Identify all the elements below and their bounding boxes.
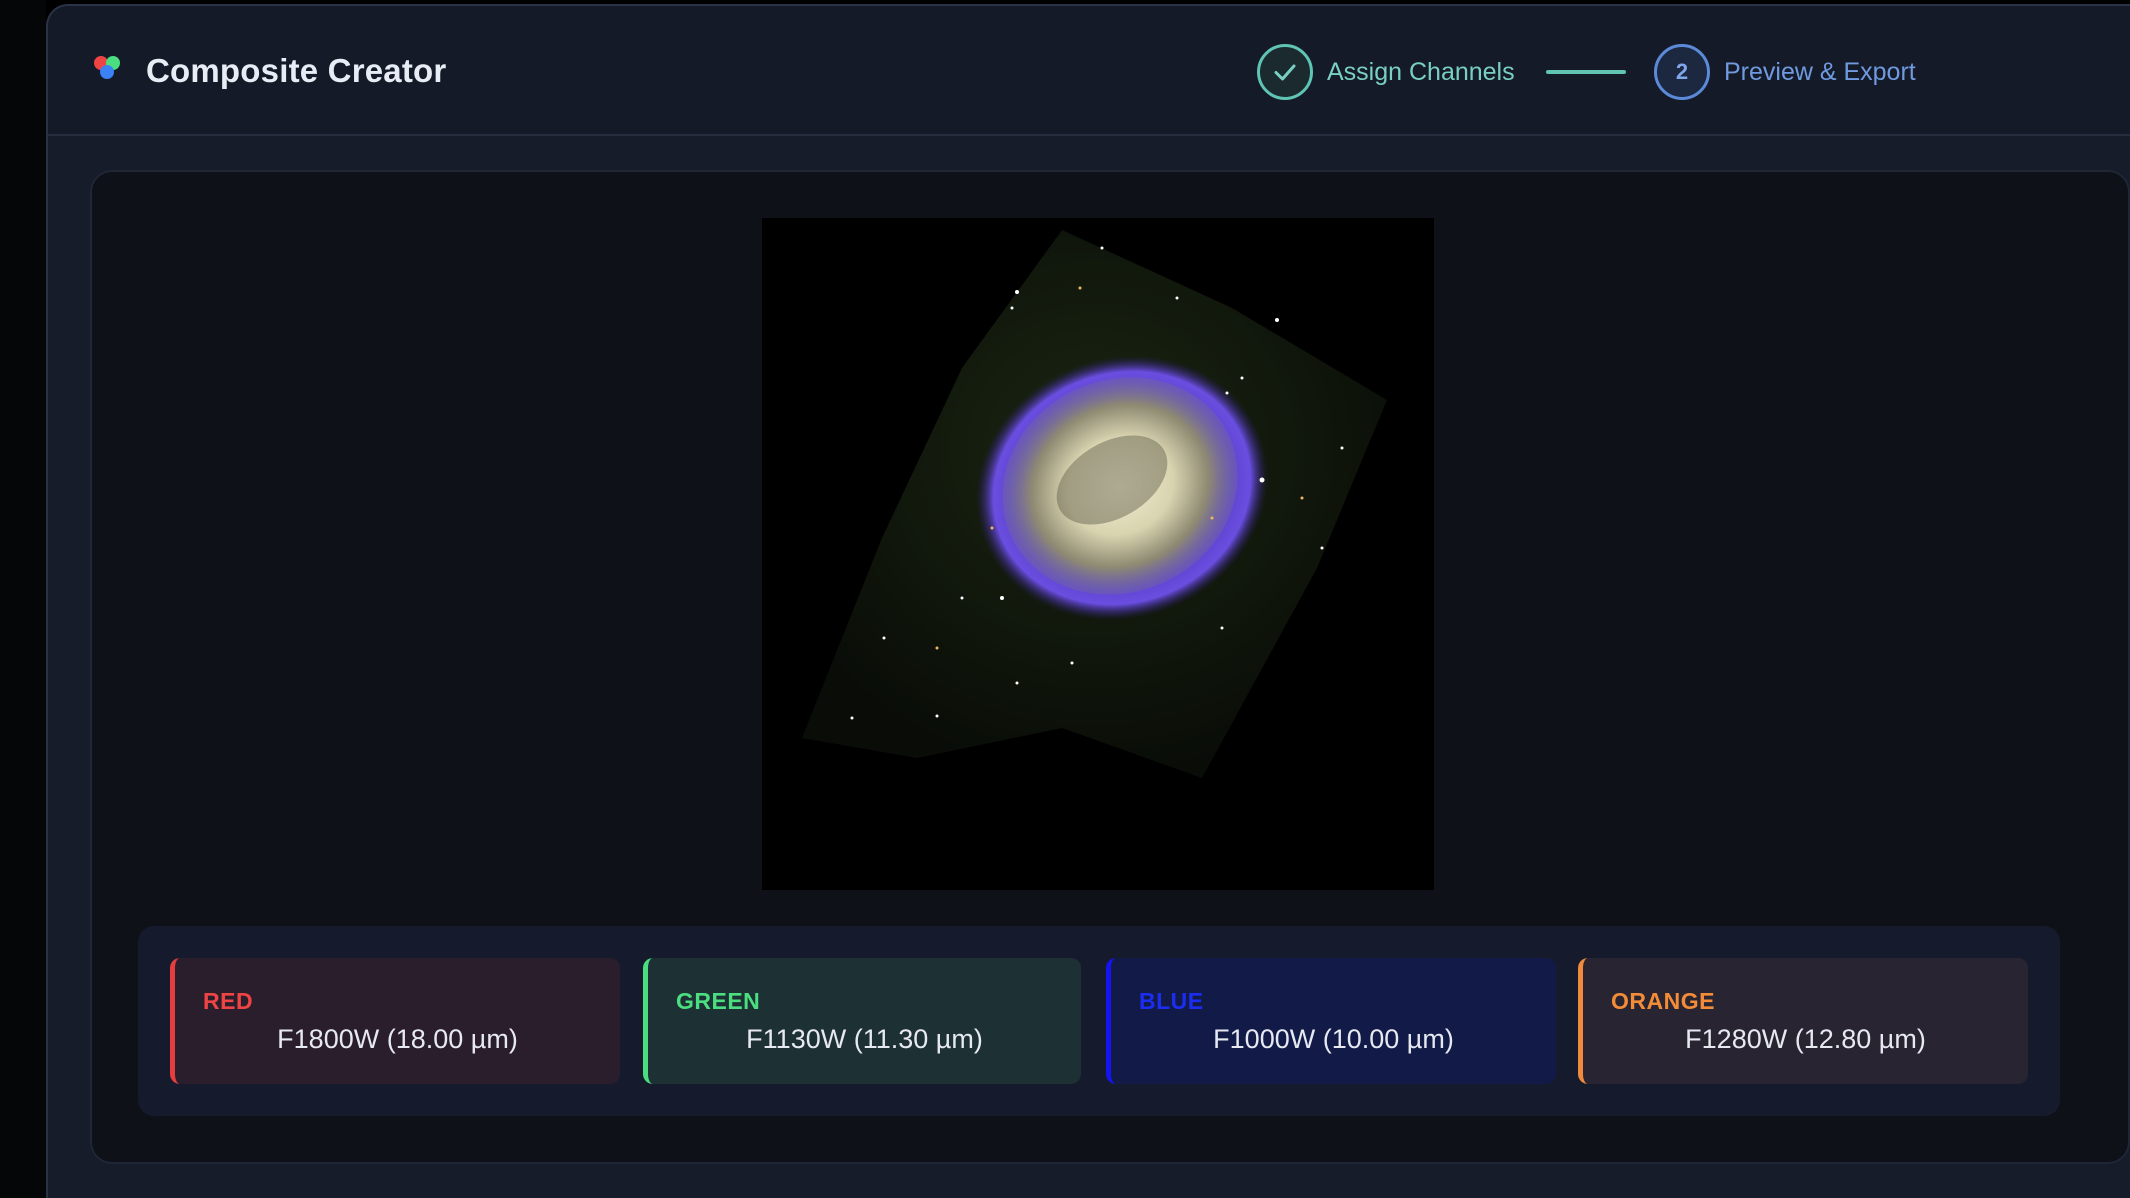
composite-preview-image	[762, 218, 1434, 890]
check-icon	[1274, 64, 1296, 81]
step-1-label: Assign Channels	[1327, 57, 1515, 86]
step-1-indicator	[1257, 44, 1313, 100]
channel-filter: F1130W (11.30 µm)	[746, 1024, 983, 1054]
channel-filter: F1000W (10.00 µm)	[1213, 1024, 1454, 1054]
step-assign-channels[interactable]: Assign Channels	[1257, 44, 1515, 100]
step-2-label: Preview & Export	[1724, 57, 1916, 86]
nebula-image	[802, 230, 1387, 778]
channel-card-blue: BLUE F1000W (10.00 µm)	[1106, 958, 1556, 1084]
preview-workspace: RED F1800W (18.00 µm) GREEN F1130W (11.3…	[90, 170, 2130, 1164]
channel-filter: F1280W (12.80 µm)	[1685, 1024, 1926, 1054]
app-title: Composite Creator	[146, 52, 447, 89]
channel-name: BLUE	[1139, 988, 1204, 1014]
channel-card-green: GREEN F1130W (11.30 µm)	[643, 958, 1081, 1084]
channel-name: ORANGE	[1611, 988, 1715, 1014]
step-connector	[1546, 70, 1626, 74]
rgb-dots-logo	[94, 56, 128, 86]
channel-card-red: RED F1800W (18.00 µm)	[170, 958, 620, 1084]
app-window: Composite Creator Assign Channels 2 Prev…	[46, 4, 2130, 1198]
step-2-indicator: 2	[1654, 44, 1710, 100]
channel-filter: F1800W (18.00 µm)	[277, 1024, 518, 1054]
step-preview-export[interactable]: 2 Preview & Export	[1654, 44, 1916, 100]
desktop-edge	[0, 0, 46, 1198]
channel-name: RED	[203, 988, 254, 1014]
app-header: Composite Creator Assign Channels 2 Prev…	[48, 6, 2130, 136]
channel-card-orange: ORANGE F1280W (12.80 µm)	[1578, 958, 2028, 1084]
channel-assignment-panel: RED F1800W (18.00 µm) GREEN F1130W (11.3…	[138, 926, 2060, 1116]
channel-name: GREEN	[676, 988, 761, 1014]
blue-dot	[100, 65, 114, 79]
